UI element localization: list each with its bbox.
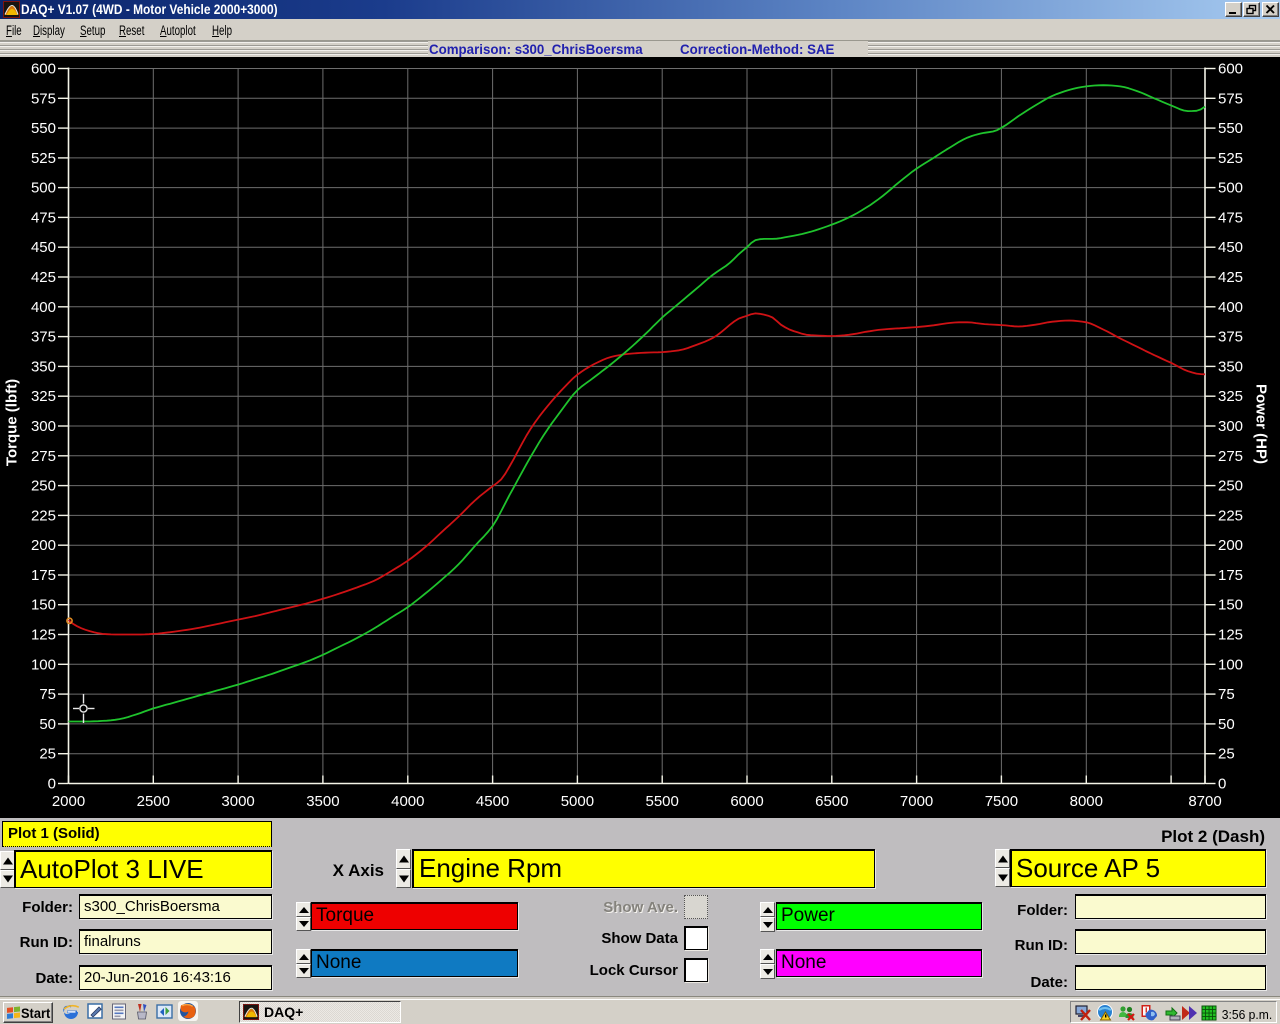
svg-text:225: 225 (1218, 507, 1243, 524)
svg-text:125: 125 (1218, 627, 1243, 644)
svg-text:275: 275 (31, 448, 56, 465)
svg-text:5500: 5500 (646, 793, 679, 810)
svg-text:425: 425 (31, 269, 56, 286)
svg-text:325: 325 (1218, 388, 1243, 405)
svg-text:75: 75 (39, 686, 56, 703)
svg-text:350: 350 (1218, 358, 1243, 375)
svg-text:125: 125 (31, 627, 56, 644)
svg-text:375: 375 (1218, 329, 1243, 346)
svg-text:3000: 3000 (221, 793, 254, 810)
svg-text:75: 75 (1218, 686, 1235, 703)
svg-text:575: 575 (31, 90, 56, 107)
svg-text:25: 25 (1218, 746, 1235, 763)
svg-text:475: 475 (31, 209, 56, 226)
svg-text:5000: 5000 (561, 793, 594, 810)
svg-text:2000: 2000 (52, 793, 85, 810)
svg-text:600: 600 (31, 61, 56, 78)
svg-text:250: 250 (1218, 478, 1243, 495)
svg-text:375: 375 (31, 329, 56, 346)
svg-text:325: 325 (31, 388, 56, 405)
svg-text:Power (HP): Power (HP) (1253, 384, 1270, 464)
svg-text:475: 475 (1218, 209, 1243, 226)
svg-text:0: 0 (48, 776, 56, 793)
svg-text:2500: 2500 (137, 793, 170, 810)
svg-text:50: 50 (1218, 716, 1235, 733)
svg-text:425: 425 (1218, 269, 1243, 286)
svg-text:250: 250 (31, 478, 56, 495)
svg-text:6000: 6000 (730, 793, 763, 810)
svg-text:8700: 8700 (1188, 793, 1221, 810)
svg-text:550: 550 (31, 120, 56, 137)
svg-text:150: 150 (31, 597, 56, 614)
svg-text:400: 400 (1218, 299, 1243, 316)
svg-text:100: 100 (1218, 656, 1243, 673)
svg-text:450: 450 (1218, 239, 1243, 256)
svg-text:7500: 7500 (985, 793, 1018, 810)
svg-text:550: 550 (1218, 120, 1243, 137)
svg-text:150: 150 (1218, 597, 1243, 614)
svg-text:175: 175 (31, 567, 56, 584)
svg-text:600: 600 (1218, 61, 1243, 78)
svg-text:400: 400 (31, 299, 56, 316)
svg-text:50: 50 (39, 716, 56, 733)
svg-text:6500: 6500 (815, 793, 848, 810)
svg-text:300: 300 (31, 418, 56, 435)
svg-text:575: 575 (1218, 90, 1243, 107)
svg-text:200: 200 (1218, 537, 1243, 554)
svg-text:25: 25 (39, 746, 56, 763)
svg-text:350: 350 (31, 358, 56, 375)
svg-text:8000: 8000 (1070, 793, 1103, 810)
svg-text:Torque (lbft): Torque (lbft) (4, 379, 21, 466)
svg-text:450: 450 (31, 239, 56, 256)
svg-text:500: 500 (31, 180, 56, 197)
svg-text:225: 225 (31, 507, 56, 524)
svg-text:500: 500 (1218, 180, 1243, 197)
svg-text:175: 175 (1218, 567, 1243, 584)
svg-text:7000: 7000 (900, 793, 933, 810)
svg-text:525: 525 (31, 150, 56, 167)
svg-text:4000: 4000 (391, 793, 424, 810)
svg-text:3500: 3500 (306, 793, 339, 810)
svg-text:200: 200 (31, 537, 56, 554)
svg-text:4500: 4500 (476, 793, 509, 810)
svg-text:275: 275 (1218, 448, 1243, 465)
svg-text:525: 525 (1218, 150, 1243, 167)
svg-text:100: 100 (31, 656, 56, 673)
svg-text:300: 300 (1218, 418, 1243, 435)
svg-text:0: 0 (1218, 776, 1226, 793)
